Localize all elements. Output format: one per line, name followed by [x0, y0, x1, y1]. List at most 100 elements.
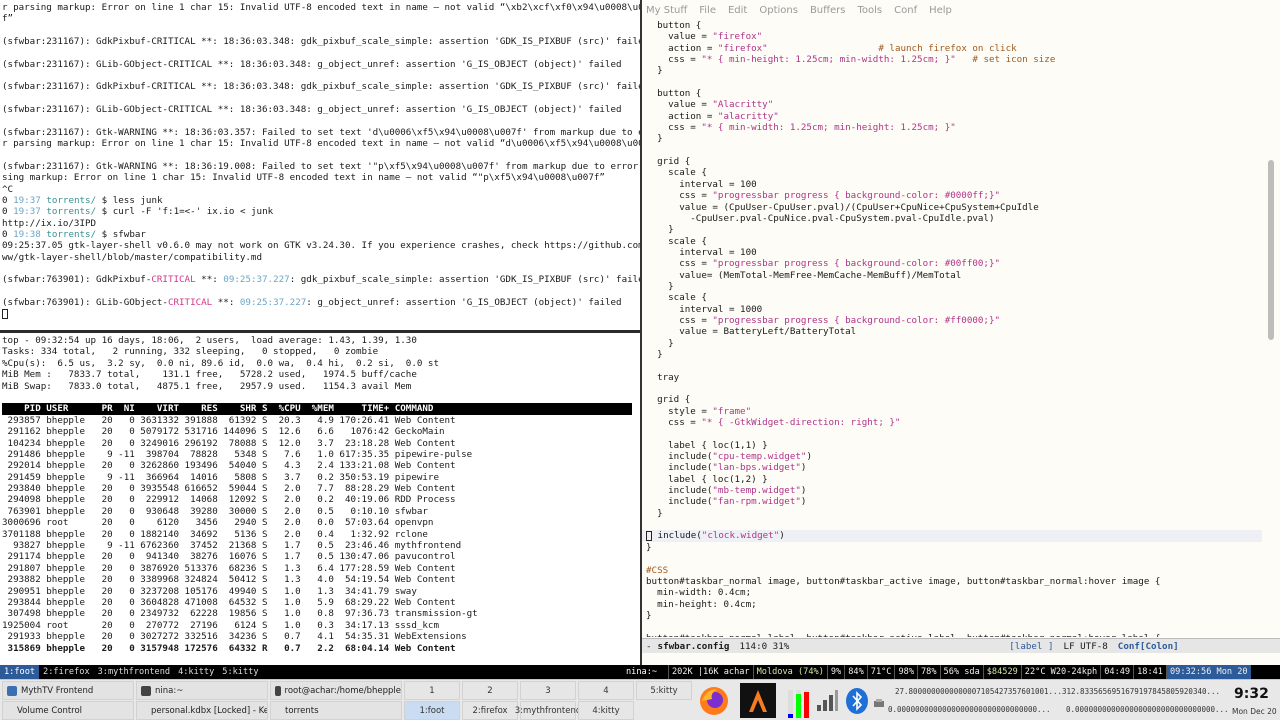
progress-bars-icon — [788, 689, 809, 718]
menu-options[interactable]: Options — [759, 5, 798, 16]
task-root-terminal[interactable]: root@achar:/home/bhepple — [270, 681, 402, 700]
process-row[interactable]: 93827 bhepple 9 -11 6762360 37452 21368 … — [0, 540, 640, 551]
menu-buffers[interactable]: Buffers — [810, 5, 846, 16]
prompt-line: 0 19:38 torrents/ $ sfwbar — [2, 228, 146, 240]
cursor-line — [0, 308, 640, 319]
process-row[interactable]: 291933 bhepple 20 0 3027272 332516 34236… — [0, 631, 640, 642]
pager-ws-firefox[interactable]: 2:firefox — [462, 701, 518, 720]
process-row[interactable]: 291459 bhepple 9 -11 366964 14016 5808 S… — [0, 472, 640, 483]
code-line: } — [646, 133, 663, 145]
mb-temp-widget: 0.0000000000000000000000000000000... — [888, 705, 1051, 714]
workspace-5[interactable]: 5:kitty — [218, 665, 262, 679]
process-row[interactable]: 763901 bhepple 20 0 930648 39280 30000 S… — [0, 506, 640, 517]
pager-ws-mythfrontend[interactable]: 3:mythfrontend — [515, 701, 581, 720]
process-row[interactable]: 290951 bhepple 20 0 3237208 105176 49940… — [0, 586, 640, 597]
menu-edit[interactable]: Edit — [728, 5, 747, 16]
scrollbar-thumb[interactable] — [1268, 160, 1274, 340]
code-line: value = (CpuUser-CpuUser.pval)/(CpuUser+… — [646, 201, 1039, 213]
code-line: value= (MemTotal-MemFree-MemCache-MemBuf… — [646, 269, 962, 281]
process-row[interactable]: 291807 bhepple 20 0 3876920 513376 68236… — [0, 563, 640, 574]
log-line: sing markup: Error on line 1 char 15: In… — [2, 172, 605, 184]
process-row[interactable]: 3701188 bhepple 20 0 1882140 34692 5136 … — [0, 529, 640, 540]
pager-ws-kitty[interactable]: 4:kitty — [578, 701, 634, 720]
process-row[interactable]: 292014 bhepple 20 0 3262860 193496 54040… — [0, 460, 640, 471]
pager-3[interactable]: 3 — [520, 681, 576, 700]
sway-statusbar: 1:foot 2:firefox 3:mythfrontend 4:kitty … — [0, 665, 1280, 679]
process-row[interactable]: 104234 bhepple 20 0 3249016 296192 78088… — [0, 438, 640, 449]
process-row-running[interactable]: 315869 bhepple 20 0 3157948 172576 64332… — [0, 643, 640, 654]
pager-4[interactable]: 4 — [578, 681, 634, 700]
firefox-launcher[interactable] — [696, 683, 732, 718]
terminal-icon — [275, 685, 281, 696]
code-line: scale { — [646, 235, 707, 247]
workspace-2[interactable]: 2:firefox — [39, 665, 94, 679]
modeline-status: - — [646, 640, 652, 652]
bluetooth-tray[interactable] — [842, 683, 872, 718]
output-line: ww/gtk-layer-shell/blob/master/compatibi… — [2, 251, 262, 263]
cpu-temp-widget: 27.8000000000000007105427357601001... — [895, 687, 1063, 696]
process-row[interactable]: 293844 bhepple 20 0 3604828 471008 64532… — [0, 597, 640, 608]
terminal-top-process-monitor[interactable]: top - 09:32:54 up 16 days, 18:06, 2 user… — [0, 333, 640, 665]
menu-tools[interactable]: Tools — [858, 5, 883, 16]
workspace-4[interactable]: 4:kitty — [174, 665, 218, 679]
code-line: button { — [646, 88, 702, 100]
process-row[interactable]: 293840 bhepple 20 0 3935548 616652 59044… — [0, 483, 640, 494]
log-line: (sfwbar:231167): Gtk-WARNING **: 18:36:0… — [2, 126, 640, 138]
workspace-1[interactable]: 1:foot — [0, 665, 40, 679]
sfwbar-panel: MythTV Frontend nina:~ root@achar:/home/… — [0, 679, 1280, 720]
code-line: interval = 100 — [646, 246, 757, 258]
workspace-3[interactable]: 3:mythfrontend — [94, 665, 174, 679]
output-line: http://ix.io/3IPD — [2, 217, 97, 229]
status-sunrise: 04:49 — [1100, 665, 1133, 679]
pager-1[interactable]: 1 — [404, 681, 460, 700]
process-row[interactable]: 294098 bhepple 20 0 229912 14068 12092 S… — [0, 494, 640, 505]
task-keepass[interactable]: personal.kdbx [Locked] - KeeP... — [136, 701, 268, 720]
pager-2[interactable]: 2 — [462, 681, 518, 700]
task-mythtv[interactable]: MythTV Frontend — [2, 681, 134, 700]
critical-line: (sfwbar:763901): GLib-GObject-CRITICAL *… — [2, 296, 622, 308]
emacs-modeline: - sfwbar.config 114:0 31% [label ] LF UT… — [642, 638, 1280, 653]
process-row[interactable]: 293882 bhepple 20 0 3389968 324824 50412… — [0, 574, 640, 585]
process-row[interactable]: 291162 bhepple 20 0 5079172 531716 14409… — [0, 426, 640, 437]
task-nina-terminal[interactable]: nina:~ — [136, 681, 268, 700]
code-line: css = "* { min-width: 1.25cm; min-height… — [646, 122, 956, 134]
pager-ws-foot[interactable]: 1:foot — [404, 701, 460, 720]
task-torrents[interactable]: torrents — [270, 701, 402, 720]
menu-file[interactable]: File — [699, 5, 716, 16]
code-line: css = "* { -GtkWidget-direction: right; … — [646, 417, 901, 429]
task-volume-control[interactable]: Volume Control — [2, 701, 134, 720]
process-row[interactable]: 3000696 root 20 0 6120 3456 2940 S 2.0 0… — [0, 517, 640, 528]
process-row[interactable]: 1925004 root 20 0 270772 27196 6124 S 1.… — [0, 620, 640, 631]
process-row[interactable]: 293857 bhepple 20 0 3631332 391888 61392… — [0, 415, 640, 426]
bluetooth-icon — [846, 687, 868, 714]
process-row[interactable]: 307498 bhepple 20 0 2349732 62228 19856 … — [0, 608, 640, 619]
network-tray[interactable] — [812, 683, 842, 718]
status-temp: 71°C — [866, 665, 895, 679]
code-line: } — [646, 541, 652, 553]
code-line: label { loc(1,1) } — [646, 439, 768, 451]
terminal-cursor — [2, 308, 8, 319]
editor-buffer[interactable]: button { value = "firefox" action = "fir… — [642, 20, 1262, 637]
menu-conf[interactable]: Conf — [894, 5, 917, 16]
code-line: button { — [646, 20, 702, 31]
terminal-top[interactable]: r parsing markup: Error on line 1 char 1… — [0, 0, 640, 330]
pager-5[interactable]: 5:kitty — [636, 681, 692, 700]
printer-tray[interactable] — [872, 686, 886, 720]
minibuffer[interactable] — [642, 653, 1280, 665]
process-row[interactable]: 291174 bhepple 20 0 941340 38276 16076 S… — [0, 551, 640, 562]
code-line: interval = 100 — [646, 178, 757, 190]
code-line: grid { — [646, 156, 691, 168]
menu-help[interactable]: Help — [929, 5, 952, 16]
lan-bps-widget: 312.8335656951679197845805920340... — [1062, 687, 1221, 696]
emacs-window[interactable]: My Stuff File Edit Options Buffers Tools… — [642, 0, 1280, 665]
editor-scrollbar[interactable] — [1267, 20, 1275, 637]
alacritty-launcher[interactable] — [740, 683, 776, 718]
code-line: value = "Alacritty" — [646, 99, 774, 111]
process-row[interactable]: 291486 bhepple 9 -11 398704 78828 5348 S… — [0, 449, 640, 460]
menu-my-stuff[interactable]: My Stuff — [646, 5, 687, 16]
